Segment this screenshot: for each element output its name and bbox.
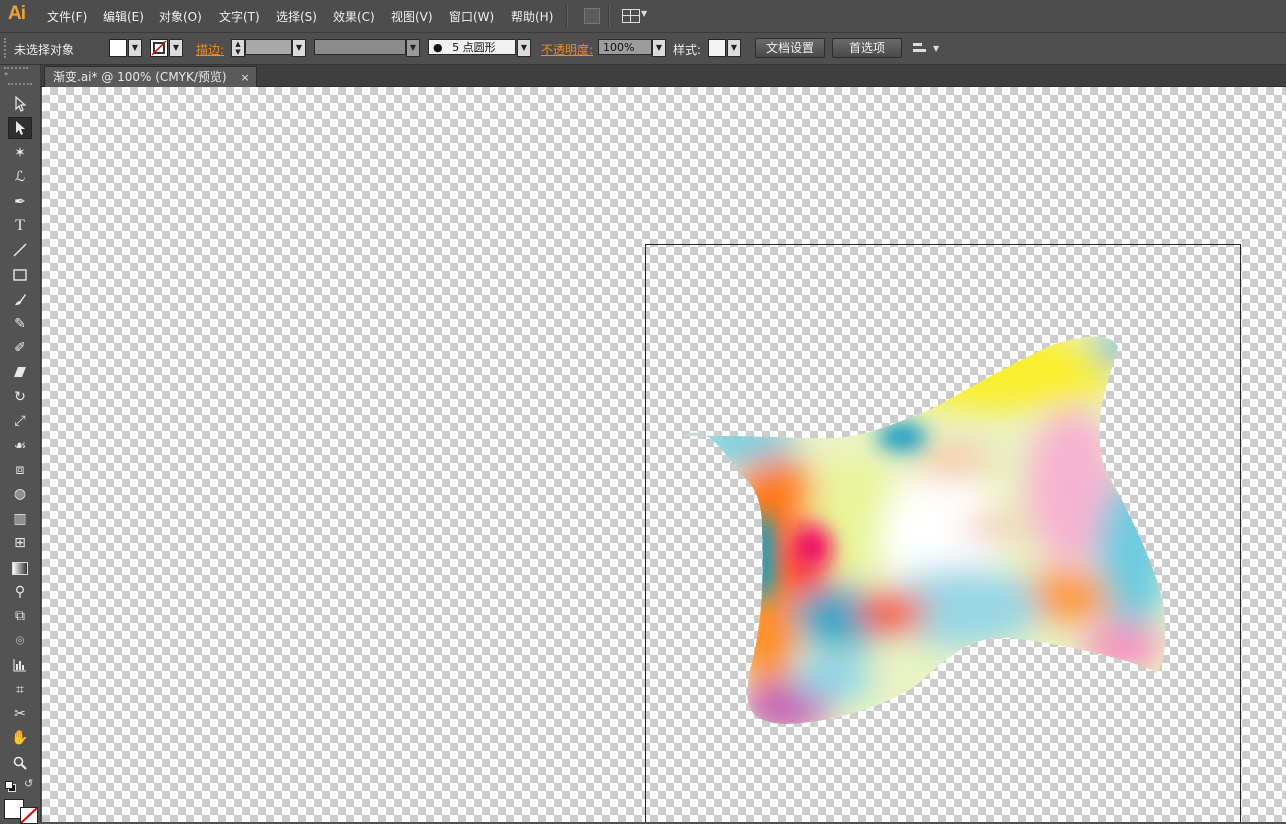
opacity-field[interactable]: 100% bbox=[598, 39, 652, 55]
document-tab-bar: 渐变.ai* @ 100% (CMYK/预览) × bbox=[41, 65, 1286, 87]
perspective-grid-tool-icon[interactable]: ▥ bbox=[8, 508, 32, 530]
arrange-documents-icon[interactable] bbox=[622, 9, 640, 23]
rectangle-tool-icon[interactable] bbox=[8, 264, 32, 286]
menu-file[interactable]: 文件(F) bbox=[47, 8, 87, 25]
shape-builder-tool-icon[interactable]: ◍ bbox=[8, 483, 32, 505]
default-colors-icon[interactable] bbox=[5, 781, 16, 792]
panel-grip-icon bbox=[8, 83, 32, 87]
pen-tool-icon[interactable]: ✒ bbox=[8, 191, 32, 213]
selection-status: 未选择对象 bbox=[14, 43, 75, 57]
type-tool-icon[interactable]: T bbox=[8, 215, 32, 237]
swap-colors-icon[interactable]: ↺ bbox=[24, 777, 33, 790]
pencil-tool-icon[interactable]: ✎ bbox=[8, 313, 32, 335]
brush-dot-icon: ● bbox=[433, 41, 443, 54]
symbol-sprayer-tool-icon[interactable]: ⌾ bbox=[8, 630, 32, 652]
tools-panel: » ✶ ℒ ✒ T ✎ ✐ ↻ ⤢ ☙ ⧈ ◍ ▥ ⊞ ⚲ ⧉ ⌾ ⌗ ✂ ✋ … bbox=[0, 65, 41, 824]
align-icon[interactable] bbox=[913, 42, 927, 53]
chevron-down-icon[interactable]: ▼ bbox=[641, 9, 647, 18]
fill-swatch[interactable] bbox=[109, 39, 127, 57]
stroke-dropdown[interactable]: ▼ bbox=[169, 39, 183, 57]
magic-wand-tool-icon[interactable]: ✶ bbox=[8, 142, 32, 164]
scale-tool-icon[interactable]: ⤢ bbox=[8, 410, 32, 432]
hand-tool-icon[interactable]: ✋ bbox=[8, 727, 32, 749]
menu-separator bbox=[608, 6, 610, 26]
canvas[interactable] bbox=[42, 87, 1286, 822]
free-transform-tool-icon[interactable]: ⧈ bbox=[8, 459, 32, 481]
menu-object[interactable]: 对象(O) bbox=[159, 8, 202, 25]
fill-dropdown[interactable]: ▼ bbox=[128, 39, 142, 57]
gradient-tool-icon[interactable] bbox=[8, 557, 32, 579]
paintbrush-tool-icon[interactable] bbox=[8, 288, 32, 310]
warp-tool-icon[interactable]: ☙ bbox=[8, 435, 32, 457]
brush-label: 5 点圆形 bbox=[452, 41, 496, 54]
style-label: 样式: bbox=[673, 43, 702, 57]
zoom-tool-icon[interactable] bbox=[8, 752, 32, 774]
chevron-down-icon[interactable]: ▼ bbox=[933, 44, 939, 53]
document-tab-title: 渐变.ai* @ 100% (CMYK/预览) bbox=[53, 70, 227, 84]
eraser-tool-icon[interactable] bbox=[8, 361, 32, 383]
mesh-tool-icon[interactable]: ⊞ bbox=[8, 532, 32, 554]
blend-tool-icon[interactable]: ⧉ bbox=[8, 605, 32, 627]
stroke-label[interactable]: 描边: bbox=[196, 41, 224, 58]
lasso-tool-icon[interactable]: ℒ bbox=[8, 166, 32, 188]
menu-bar: Ai 文件(F) 编辑(E) 对象(O) 文字(T) 选择(S) 效果(C) 视… bbox=[0, 0, 1286, 33]
column-graph-tool-icon[interactable] bbox=[8, 654, 32, 676]
menu-view[interactable]: 视图(V) bbox=[391, 8, 433, 25]
menu-help[interactable]: 帮助(H) bbox=[511, 8, 553, 25]
graphic-style-dropdown[interactable]: ▼ bbox=[727, 39, 741, 57]
preferences-button[interactable]: 首选项 bbox=[832, 38, 902, 58]
menu-window[interactable]: 窗口(W) bbox=[449, 8, 494, 25]
stroke-color-box[interactable] bbox=[20, 807, 38, 824]
collapse-icon[interactable]: » bbox=[4, 70, 8, 78]
control-bar: 未选择对象 ▼ ▼ 描边: ▲ ▼ ▼ ▼ ● 5 点圆形 ▼ 不透明度: 100… bbox=[0, 33, 1286, 65]
profile-dropdown[interactable]: ▼ bbox=[406, 39, 420, 57]
stroke-weight-field[interactable] bbox=[245, 39, 292, 55]
gradient-mesh-artwork[interactable] bbox=[42, 87, 1286, 822]
selection-tool-icon[interactable] bbox=[8, 93, 32, 115]
menu-type[interactable]: 文字(T) bbox=[219, 8, 260, 25]
document-setup-button[interactable]: 文档设置 bbox=[755, 38, 825, 58]
artboard-tool-icon[interactable]: ⌗ bbox=[8, 679, 32, 701]
close-icon[interactable]: × bbox=[240, 71, 249, 84]
bridge-icon[interactable] bbox=[584, 8, 600, 24]
brush-definition[interactable]: ● 5 点圆形 bbox=[428, 39, 516, 55]
slice-tool-icon[interactable]: ✂ bbox=[8, 703, 32, 725]
rotate-tool-icon[interactable]: ↻ bbox=[8, 386, 32, 408]
stroke-weight-dropdown[interactable]: ▼ bbox=[292, 39, 306, 57]
stroke-swatch[interactable] bbox=[150, 39, 168, 57]
variable-width-profile[interactable] bbox=[314, 39, 406, 55]
menu-effect[interactable]: 效果(C) bbox=[333, 8, 375, 25]
menu-edit[interactable]: 编辑(E) bbox=[103, 8, 144, 25]
blob-brush-tool-icon[interactable]: ✐ bbox=[8, 337, 32, 359]
grip-icon bbox=[4, 38, 8, 58]
app-logo: Ai bbox=[8, 3, 26, 24]
menu-select[interactable]: 选择(S) bbox=[276, 8, 317, 25]
line-tool-icon[interactable] bbox=[8, 239, 32, 261]
eyedropper-tool-icon[interactable]: ⚲ bbox=[8, 581, 32, 603]
direct-selection-tool-icon[interactable] bbox=[8, 117, 32, 139]
graphic-style-swatch[interactable] bbox=[708, 39, 726, 57]
document-tab[interactable]: 渐变.ai* @ 100% (CMYK/预览) × bbox=[44, 66, 257, 87]
brush-dropdown[interactable]: ▼ bbox=[517, 39, 531, 57]
opacity-label[interactable]: 不透明度: bbox=[541, 41, 593, 58]
stroke-weight-stepper[interactable]: ▲ ▼ bbox=[231, 39, 245, 57]
menu-separator bbox=[566, 6, 568, 26]
opacity-dropdown[interactable]: ▼ bbox=[652, 39, 666, 57]
